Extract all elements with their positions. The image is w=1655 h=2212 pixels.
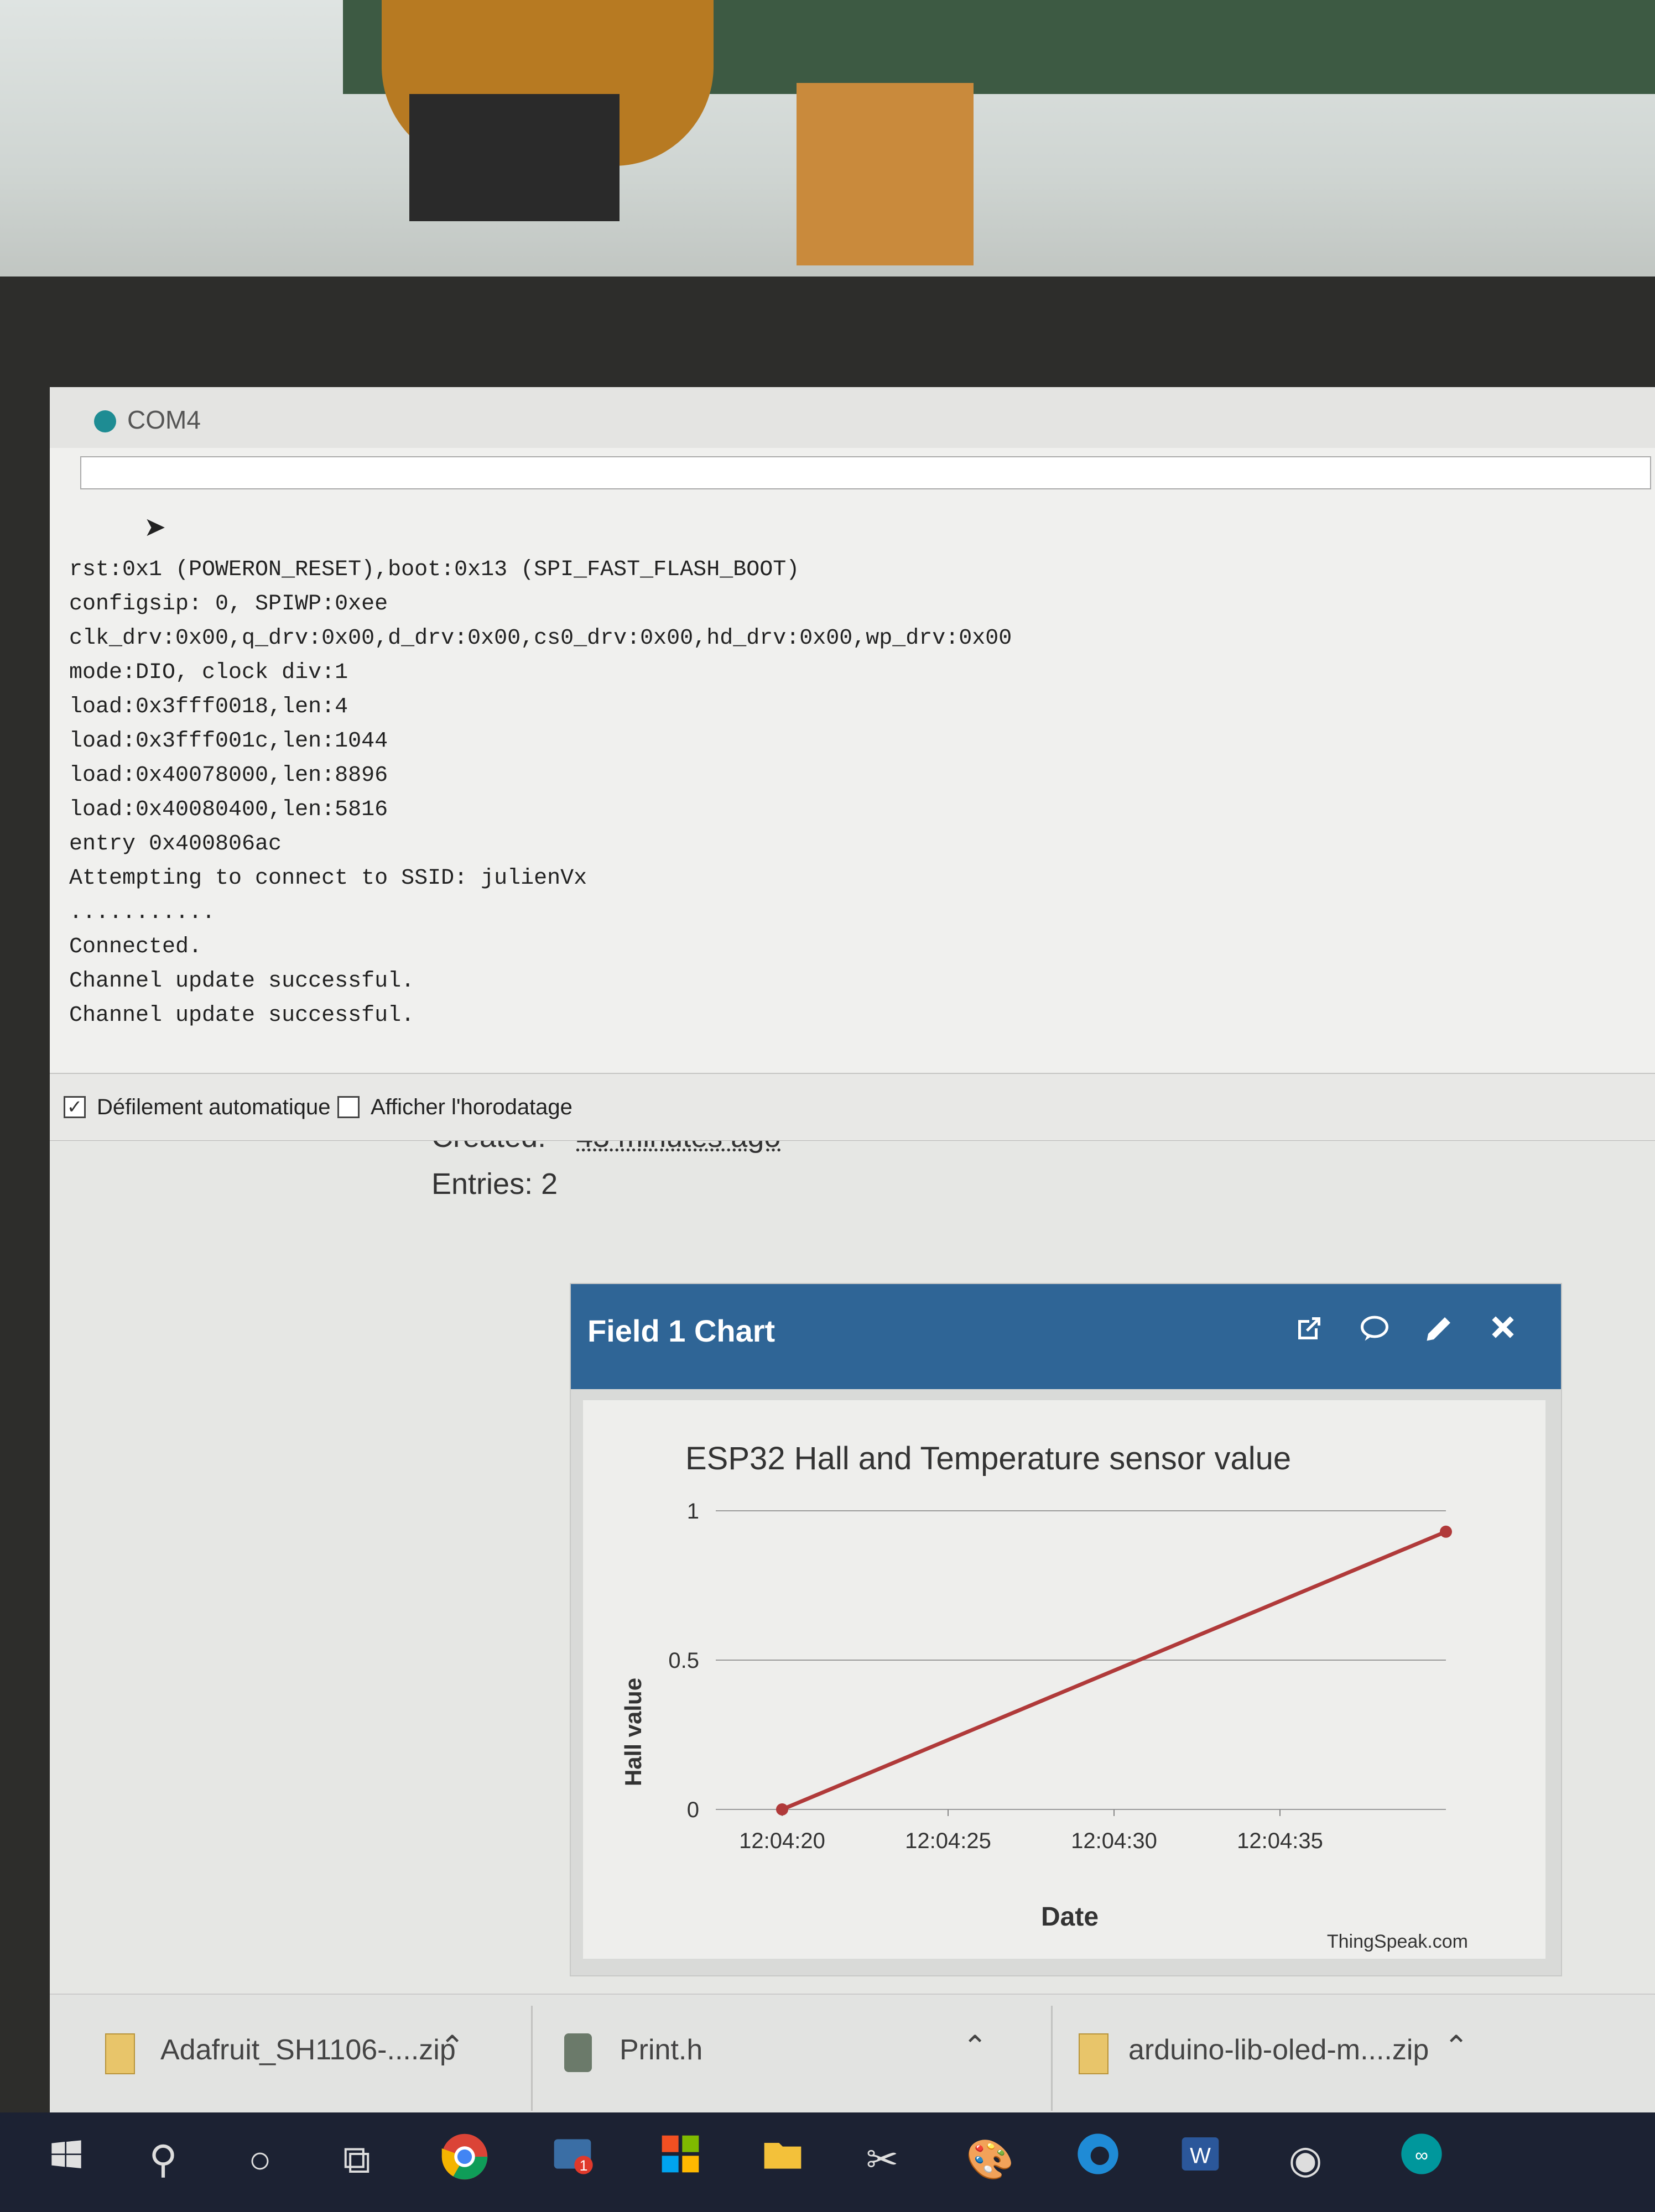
x-tick-label: 12:04:25 bbox=[905, 1829, 991, 1853]
log-line: load:0x3fff0018,len:4 bbox=[69, 695, 348, 719]
log-line: rst:0x1 (POWERON_RESET),boot:0x13 (SPI_F… bbox=[69, 557, 800, 582]
line-chart: ESP32 Hall and Temperature sensor value … bbox=[620, 1441, 1468, 1952]
mouse-cursor-icon: ➤ bbox=[144, 513, 166, 542]
timestamp-label: Afficher l'horodatage bbox=[371, 1095, 573, 1119]
timestamp-checkbox[interactable] bbox=[337, 1096, 360, 1118]
comment-icon[interactable] bbox=[1355, 1312, 1394, 1350]
log-line: Channel update successful. bbox=[69, 1003, 415, 1028]
field-1-chart-panel: Field 1 Chart ESP32 Hall and Temperature… bbox=[570, 1283, 1562, 1976]
snip-icon[interactable]: ✂ bbox=[855, 2132, 910, 2187]
chart-body: ESP32 Hall and Temperature sensor value … bbox=[583, 1400, 1545, 1959]
download-name: Print.h bbox=[620, 2034, 703, 2066]
chart-panel-header: Field 1 Chart bbox=[571, 1284, 1561, 1389]
chart-title: ESP32 Hall and Temperature sensor value bbox=[685, 1441, 1291, 1477]
download-name: arduino-lib-oled-m....zip bbox=[1128, 2034, 1429, 2066]
divider bbox=[1051, 2006, 1053, 2111]
paint-icon[interactable]: 🎨 bbox=[962, 2132, 1018, 2187]
notification-badge: 1 bbox=[580, 2157, 588, 2174]
serial-output-log: rst:0x1 (POWERON_RESET),boot:0x13 (SPI_F… bbox=[69, 553, 1012, 1033]
edge-icon[interactable] bbox=[1070, 2132, 1126, 2187]
external-link-icon[interactable] bbox=[1290, 1312, 1329, 1350]
chevron-up-icon[interactable]: ⌃ bbox=[962, 2029, 987, 2064]
search-icon[interactable]: ⚲ bbox=[136, 2132, 191, 2187]
x-tick-label: 12:04:30 bbox=[1071, 1829, 1157, 1853]
taskbar: ⚲ ○ ⧉ 1 ✂ 🎨 W ◉ ∞ bbox=[0, 2112, 1655, 2212]
entries-count: Entries: 2 bbox=[431, 1167, 558, 1201]
log-line: Channel update successful. bbox=[69, 969, 415, 994]
chart-panel-title: Field 1 Chart bbox=[587, 1313, 776, 1348]
log-line: load:0x40080400,len:5816 bbox=[69, 797, 388, 822]
divider bbox=[531, 2006, 533, 2111]
arduino-icon bbox=[94, 410, 116, 432]
data-point bbox=[1440, 1525, 1452, 1538]
cortana-icon[interactable]: ○ bbox=[232, 2132, 288, 2187]
x-axis-label: Date bbox=[1041, 1902, 1099, 1932]
windows-start-icon[interactable] bbox=[39, 2132, 94, 2187]
app-icon[interactable]: ◉ bbox=[1278, 2132, 1333, 2187]
autoscroll-checkbox[interactable]: ✓ bbox=[64, 1096, 86, 1118]
download-item[interactable]: Adafruit_SH1106-....zip ⌃ bbox=[50, 1995, 537, 2122]
data-point bbox=[776, 1803, 788, 1815]
task-view-icon[interactable]: ⧉ bbox=[329, 2132, 384, 2187]
word-icon[interactable]: W bbox=[1173, 2132, 1228, 2187]
log-line: ........... bbox=[69, 900, 216, 925]
zip-file-icon bbox=[1079, 2033, 1108, 2074]
log-line: entry 0x400806ac bbox=[69, 832, 282, 857]
series-line bbox=[781, 1530, 1447, 1812]
download-name: Adafruit_SH1106-....zip bbox=[160, 2034, 456, 2066]
y-tick-label: 1 bbox=[687, 1499, 699, 1524]
file-explorer-icon[interactable] bbox=[755, 2132, 810, 2187]
store-icon[interactable] bbox=[653, 2132, 708, 2187]
room-background bbox=[0, 0, 1655, 288]
log-line: Attempting to connect to SSID: julienVx bbox=[69, 866, 587, 891]
x-tick-label: 12:04:20 bbox=[739, 1829, 825, 1853]
y-tick-label: 0.5 bbox=[668, 1648, 699, 1673]
paper-bag bbox=[797, 83, 974, 265]
chrome-icon[interactable] bbox=[437, 2132, 492, 2187]
log-line: Connected. bbox=[69, 935, 202, 959]
y-tick-label: 0 bbox=[687, 1798, 699, 1822]
thingspeak-credit[interactable]: ThingSpeak.com bbox=[1327, 1931, 1468, 1952]
serial-monitor-window: COM4 ➤ rst:0x1 (POWERON_RESET),boot:0x13… bbox=[50, 387, 1655, 1141]
log-line: clk_drv:0x00,q_drv:0x00,d_drv:0x00,cs0_d… bbox=[69, 626, 1012, 651]
screen: Created: 43 minutes ago Entries: 2 Field… bbox=[50, 387, 1655, 2162]
serial-options-bar: ✓ Défilement automatique Afficher l'horo… bbox=[50, 1073, 1655, 1140]
log-line: configsip: 0, SPIWP:0xee bbox=[69, 592, 388, 617]
download-item[interactable]: Print.h ⌃ bbox=[537, 1995, 1051, 2122]
header-file-icon bbox=[564, 2033, 592, 2072]
log-line: load:0x3fff001c,len:1044 bbox=[69, 729, 388, 754]
background-laptop bbox=[409, 94, 620, 221]
arduino-icon[interactable]: ∞ bbox=[1394, 2132, 1449, 2187]
downloads-bar: Adafruit_SH1106-....zip ⌃ Print.h ⌃ ardu… bbox=[50, 1994, 1655, 2122]
x-tick-label: 12:04:35 bbox=[1237, 1829, 1323, 1853]
plot-area: 0 0.5 1 12:04:20 12:04:25 12:04:30 12:04:35 bbox=[668, 1499, 1452, 1853]
photos-icon[interactable]: 1 bbox=[545, 2132, 600, 2187]
download-item[interactable]: arduino-lib-oled-m....zip ⌃ bbox=[1057, 1995, 1554, 2122]
autoscroll-label: Défilement automatique bbox=[97, 1095, 331, 1119]
pencil-icon[interactable] bbox=[1420, 1312, 1459, 1350]
y-axis-label: Hall value bbox=[620, 1678, 646, 1786]
log-line: load:0x40078000,len:8896 bbox=[69, 763, 388, 788]
zip-file-icon bbox=[105, 2033, 135, 2074]
svg-text:∞: ∞ bbox=[1415, 2145, 1428, 2166]
close-icon[interactable] bbox=[1484, 1312, 1522, 1350]
svg-text:W: W bbox=[1190, 2144, 1211, 2168]
window-title: COM4 bbox=[127, 405, 201, 434]
chevron-up-icon[interactable]: ⌃ bbox=[440, 2029, 465, 2064]
chevron-up-icon[interactable]: ⌃ bbox=[1444, 2029, 1469, 2064]
log-line: mode:DIO, clock div:1 bbox=[69, 660, 348, 685]
serial-send-input[interactable] bbox=[80, 456, 1651, 489]
window-title-bar: COM4 bbox=[50, 387, 1655, 448]
